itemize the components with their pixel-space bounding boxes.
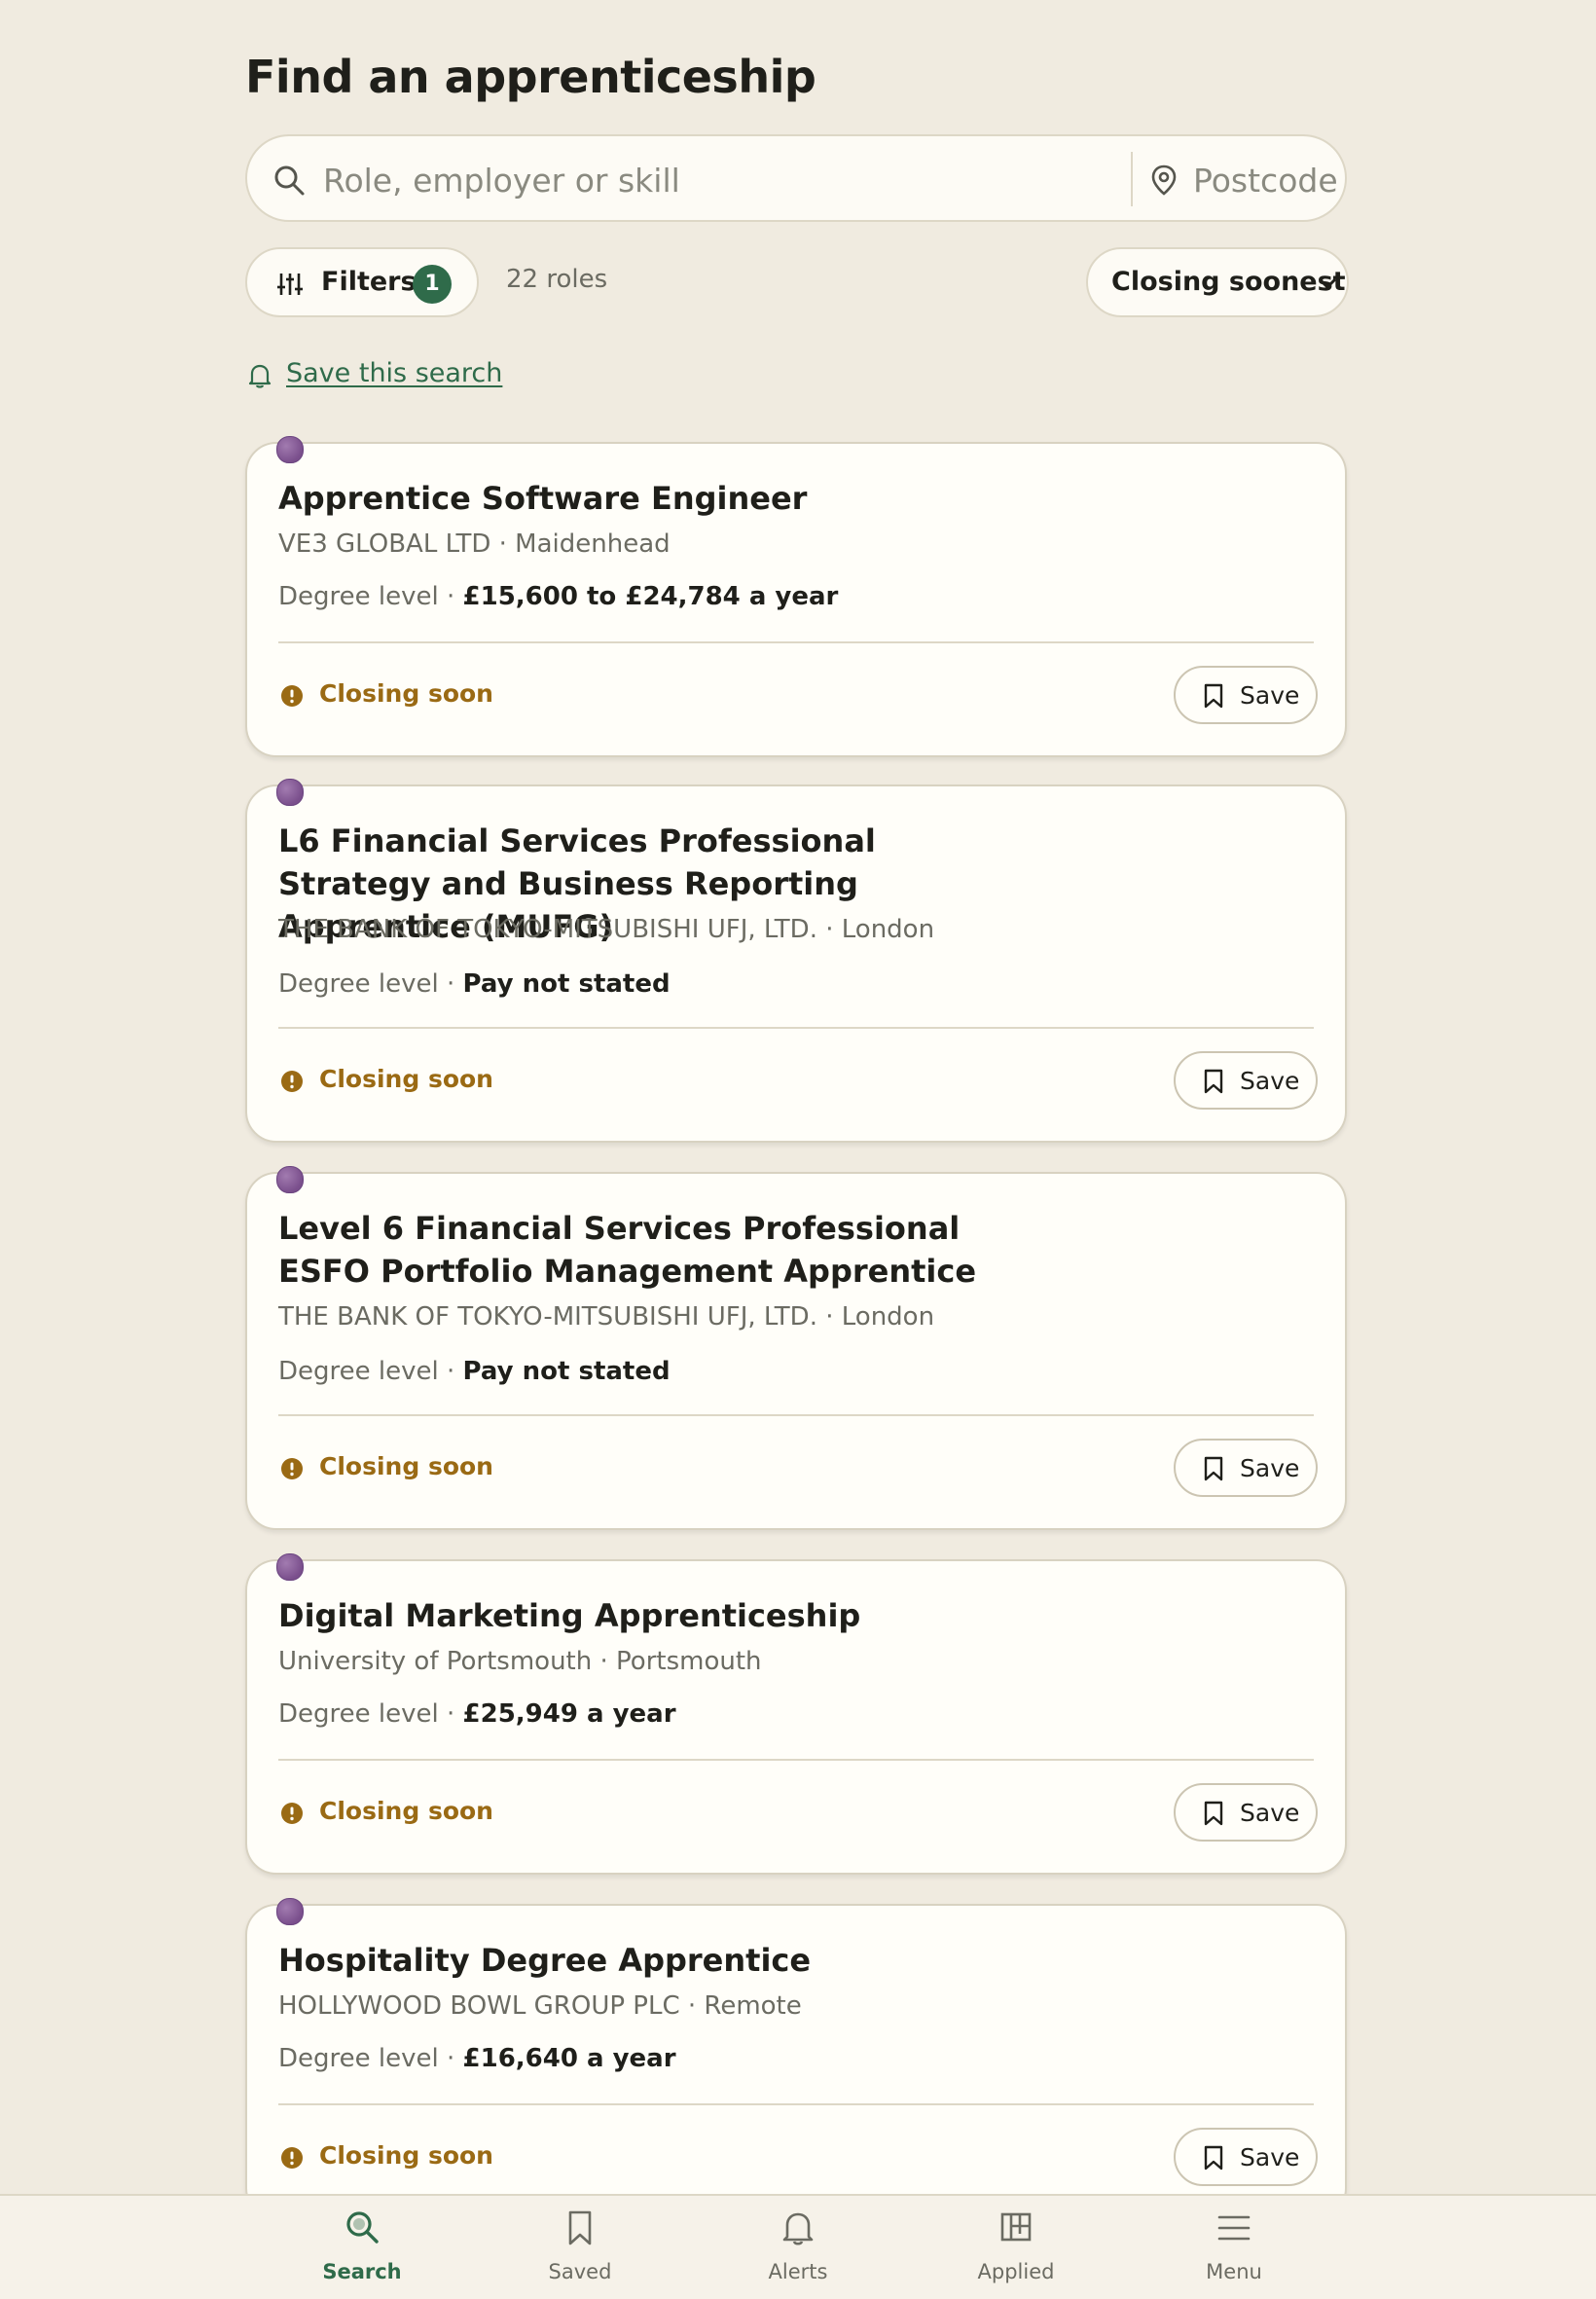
alert-icon	[281, 1458, 303, 1479]
listing-employer-location: THE BANK OF TOKYO-MITSUBISHI UFJ, LTD. ·…	[278, 915, 935, 944]
nav-label-alerts: Alerts	[768, 2260, 828, 2283]
search-icon	[274, 165, 305, 196]
listing-level-pay: Degree level · £16,640 a year	[278, 2044, 676, 2073]
listing-employer-location: VE3 GLOBAL LTD · Maidenhead	[278, 529, 671, 559]
search-bar	[245, 134, 1347, 222]
result-count: 22 roles	[506, 265, 608, 294]
bookmark-icon	[1204, 2145, 1223, 2171]
listing-level-pay: Degree level · £25,949 a year	[278, 1699, 676, 1729]
filters-count-badge: 1	[413, 265, 452, 304]
unread-marker	[276, 1898, 304, 1925]
page-title: Find an apprenticeship	[245, 51, 816, 103]
listing-card[interactable]: Level 6 Financial Services Professional …	[245, 1166, 1347, 1530]
listing-level-pay: Degree level · Pay not stated	[278, 969, 671, 999]
bookmark-icon	[1204, 1801, 1223, 1826]
search-divider	[1131, 152, 1133, 206]
filters-label: Filters	[321, 267, 417, 297]
alert-icon	[281, 1071, 303, 1092]
unread-marker	[276, 436, 304, 463]
listing-title: Level 6 Financial Services Professional …	[278, 1210, 977, 1290]
closing-status-label: Closing soon	[319, 1797, 493, 1825]
menu-icon	[1217, 2215, 1251, 2241]
save-listing-button[interactable]: Save	[1174, 666, 1318, 724]
save-button-label: Save	[1240, 681, 1300, 710]
save-button-label: Save	[1240, 1067, 1300, 1095]
closing-status-label: Closing soon	[319, 2141, 493, 2170]
save-listing-button[interactable]: Save	[1174, 2128, 1318, 2186]
nav-label-applied: Applied	[977, 2260, 1055, 2283]
bookmark-icon	[568, 2210, 592, 2245]
listing-title: Hospitality Degree Apprentice	[278, 1942, 812, 1979]
listing-employer-location: HOLLYWOOD BOWL GROUP PLC · Remote	[278, 1991, 802, 2021]
card-divider	[278, 1027, 1314, 1029]
role-search-input[interactable]	[321, 156, 1104, 204]
search-icon	[346, 2211, 379, 2244]
listing-title: Digital Marketing Apprenticeship	[278, 1597, 861, 1634]
save-listing-button[interactable]: Save	[1174, 1439, 1318, 1497]
listing-employer-location: THE BANK OF TOKYO-MITSUBISHI UFJ, LTD. ·…	[278, 1302, 935, 1332]
nav-item-menu[interactable]: Menu	[1156, 2196, 1312, 2299]
closing-status-label: Closing soon	[319, 1065, 493, 1093]
alert-icon	[281, 685, 303, 707]
closing-status-label: Closing soon	[319, 1452, 493, 1480]
listing-card[interactable]: Apprentice Software Engineer VE3 GLOBAL …	[245, 436, 1347, 757]
bottom-nav: Search Saved Alerts Applied Menu	[0, 2194, 1596, 2299]
listing-title: Apprentice Software Engineer	[278, 480, 808, 517]
sliders-icon	[277, 274, 303, 295]
listing-employer-location: University of Portsmouth · Portsmouth	[278, 1647, 762, 1676]
save-button-label: Save	[1240, 2143, 1300, 2171]
nav-label-saved: Saved	[548, 2260, 612, 2283]
card-divider	[278, 1759, 1314, 1761]
bell-icon	[248, 364, 272, 388]
listing-card[interactable]: Hospitality Degree Apprentice HOLLYWOOD …	[245, 1898, 1347, 2219]
nav-label-search: Search	[322, 2260, 402, 2283]
bookmark-icon	[1204, 1069, 1223, 1094]
nav-item-saved[interactable]: Saved	[502, 2196, 658, 2299]
bell-icon	[782, 2212, 814, 2245]
save-button-label: Save	[1240, 1799, 1300, 1827]
nav-item-search[interactable]: Search	[284, 2196, 440, 2299]
listing-card[interactable]: L6 Financial Services Professional Strat…	[245, 779, 1347, 1143]
sort-select[interactable]: Closing soonest	[1086, 247, 1349, 317]
listing-card[interactable]: Digital Marketing Apprenticeship Univers…	[245, 1553, 1347, 1875]
listing-level-pay: Degree level · £15,600 to £24,784 a year	[278, 582, 839, 611]
chevron-down-icon	[1319, 278, 1336, 289]
save-listing-button[interactable]: Save	[1174, 1783, 1318, 1842]
save-listing-button[interactable]: Save	[1174, 1051, 1318, 1110]
save-button-label: Save	[1240, 1454, 1300, 1482]
card-divider	[278, 1414, 1314, 1416]
unread-marker	[276, 1166, 304, 1193]
filters-button[interactable]: Filters 1	[245, 247, 479, 317]
nav-item-applied[interactable]: Applied	[938, 2196, 1094, 2299]
save-search-label: Save this search	[286, 358, 503, 388]
postcode-input[interactable]	[1191, 156, 1341, 204]
unread-marker	[276, 1553, 304, 1581]
nav-label-menu: Menu	[1206, 2260, 1262, 2283]
board-icon	[1000, 2212, 1032, 2242]
sort-selected-value: Closing soonest	[1111, 267, 1346, 297]
nav-item-alerts[interactable]: Alerts	[720, 2196, 876, 2299]
unread-marker	[276, 779, 304, 806]
closing-status-label: Closing soon	[319, 679, 493, 708]
card-divider	[278, 641, 1314, 643]
alert-icon	[281, 2147, 303, 2169]
listing-level-pay: Degree level · Pay not stated	[278, 1357, 671, 1386]
alert-icon	[281, 1803, 303, 1824]
bookmark-icon	[1204, 683, 1223, 709]
location-pin-icon	[1151, 164, 1177, 196]
card-divider	[278, 2103, 1314, 2105]
bookmark-icon	[1204, 1456, 1223, 1481]
